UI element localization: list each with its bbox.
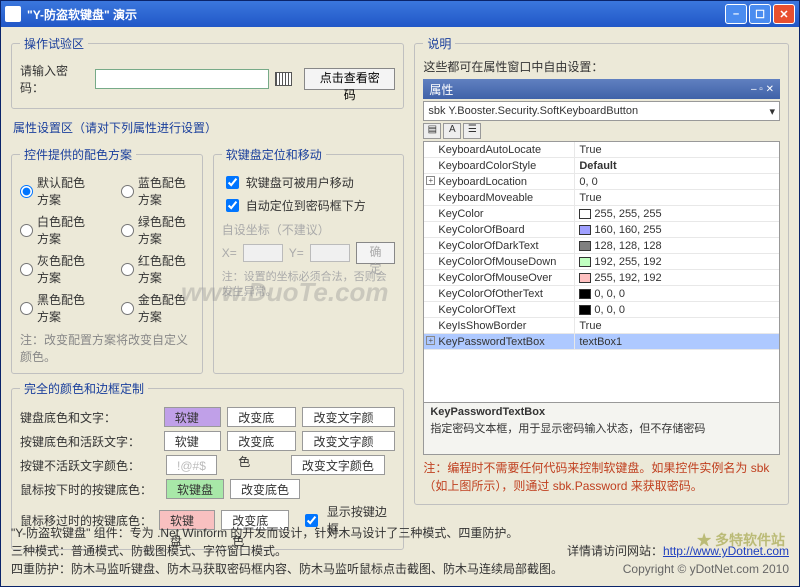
password-input[interactable] [95, 69, 268, 89]
xy-confirm-button: 确定 [356, 242, 396, 264]
footer: "Y-防盗软键盘" 组件：专为 .Net Winform 的开发而设计，针对木马… [11, 524, 789, 578]
prop-row-KeyColor[interactable]: KeyColor255, 255, 255 [424, 206, 779, 222]
site-link[interactable]: http://www.yDotnet.com [663, 544, 789, 558]
color-note: 注：改变配置方案将改变自定义颜色。 [20, 331, 194, 365]
window-title: "Y-防盗软键盘" 演示 [27, 6, 723, 23]
x-input [243, 244, 283, 262]
prop-row-KeyColorOfMouseDown[interactable]: KeyColorOfMouseDown192, 255, 192 [424, 254, 779, 270]
minimize-button[interactable]: – [725, 4, 747, 24]
test-area-legend: 操作试验区 [20, 35, 88, 52]
property-grid-header: 属性 – ▫ ✕ [423, 79, 780, 99]
keyboard-icon[interactable] [275, 72, 292, 86]
dropdown-icon: ▾ [769, 105, 775, 118]
description-legend: 说明 [423, 35, 455, 52]
y-input [310, 244, 350, 262]
desc-line: 这些都可在属性窗口中自由设置： [423, 58, 780, 75]
prop-row-KeyColorOfText[interactable]: KeyColorOfText0, 0, 0 [424, 302, 779, 318]
change-text-btn-0[interactable]: 改变文字颜色 [302, 407, 395, 427]
color-radio-3-1[interactable]: 金色配色方案 [121, 291, 194, 325]
close-button[interactable]: ✕ [773, 4, 795, 24]
color-radio-2-0[interactable]: 灰色配色方案 [20, 252, 93, 286]
change-bg-btn-0[interactable]: 改变底色 [227, 407, 296, 427]
prop-row-KeyIsShowBorder[interactable]: KeyIsShowBorderTrue [424, 318, 779, 334]
sample-mousedown[interactable]: 软键盘 [166, 479, 224, 499]
prop-row-KeyPasswordTextBox[interactable]: KeyPasswordTextBox+textBox1 [424, 334, 779, 350]
maximize-button[interactable]: ☐ [749, 4, 771, 24]
moveable-checkbox[interactable] [226, 176, 239, 189]
color-radio-0-0[interactable]: 默认配色方案 [20, 174, 93, 208]
cust-label-3: 鼠标按下时的按键底色： [20, 481, 160, 498]
prop-row-KeyboardLocation[interactable]: KeyboardLocation+0, 0 [424, 174, 779, 190]
color-radio-0-1[interactable]: 蓝色配色方案 [121, 174, 194, 208]
description-group: 说明 这些都可在属性窗口中自由设置： 属性 – ▫ ✕ sbk Y.Booste… [414, 35, 789, 505]
color-radio-2-1[interactable]: 红色配色方案 [121, 252, 194, 286]
prop-desc-title: KeyPasswordTextBox [430, 406, 773, 418]
sample-faded[interactable]: !@#$ [166, 455, 217, 475]
attr-section-label: 属性设置区（请对下列属性进行设置） [13, 119, 402, 136]
prop-row-KeyColorOfBoard[interactable]: KeyColorOfBoard160, 160, 255 [424, 222, 779, 238]
site-label: 详情请访问网站： [567, 544, 663, 558]
custom-xy-label: 自设坐标（不建议） [222, 221, 396, 238]
copyright: Copyright © yDotNet.com 2010 [623, 560, 789, 578]
footer-line-2: 三种模式：普通模式、防截图模式、字符窗口模式。 [11, 542, 287, 560]
prop-row-KeyboardMoveable[interactable]: KeyboardMoveableTrue [424, 190, 779, 206]
autolocate-label: 自动定位到密码框下方 [246, 197, 366, 214]
footer-line-3: 四重防护：防木马监听键盘、防木马获取密码框内容、防木马监听鼠标点击截图、防木马连… [11, 560, 563, 578]
test-area: 操作试验区 请输入密码： 点击查看密码 [11, 35, 404, 109]
prop-row-KeyboardAutoLocate[interactable]: KeyboardAutoLocateTrue [424, 142, 779, 158]
props-icon[interactable]: ☰ [463, 123, 481, 139]
change-bg-btn-3[interactable]: 改变底色 [230, 479, 300, 499]
code-note: 注：编程时不需要任何代码来控制软键盘。如果控件实例名为 sbk（如上图所示），则… [423, 459, 780, 495]
view-password-button[interactable]: 点击查看密码 [304, 68, 395, 90]
prop-selector[interactable]: sbk Y.Booster.Security.SoftKeyboardButto… [423, 101, 780, 121]
cust-label-2: 按键不活跃文字颜色： [20, 457, 160, 474]
change-text-btn-1[interactable]: 改变文字颜色 [302, 431, 395, 451]
prop-header-buttons[interactable]: – ▫ ✕ [751, 84, 774, 95]
prop-row-KeyColorOfDarkText[interactable]: KeyColorOfDarkText128, 128, 128 [424, 238, 779, 254]
color-scheme-legend: 控件提供的配色方案 [20, 146, 136, 163]
alphabetical-icon[interactable]: A [443, 123, 461, 139]
position-group: 软键盘定位和移动 软键盘可被用户移动 自动定位到密码框下方 自设坐标（不建议） … [213, 146, 405, 374]
sample-keyboard-purple[interactable]: 软键盘 [164, 407, 221, 427]
color-radio-1-1[interactable]: 绿色配色方案 [121, 213, 194, 247]
xy-note: 注：设置的坐标必须合法，否则会发生异常。 [222, 270, 396, 301]
prop-row-KeyboardColorStyle[interactable]: KeyboardColorStyleDefault [424, 158, 779, 174]
titlebar: "Y-防盗软键盘" 演示 – ☐ ✕ [1, 1, 799, 27]
moveable-label: 软键盘可被用户移动 [246, 174, 354, 191]
app-window: "Y-防盗软键盘" 演示 – ☐ ✕ 操作试验区 请输入密码： 点击查看密码 属… [0, 0, 800, 587]
color-radio-3-0[interactable]: 黑色配色方案 [20, 291, 93, 325]
property-description: KeyPasswordTextBox 指定密码文本框，用于显示密码输入状态，但不… [423, 403, 780, 455]
prop-row-KeyColorOfMouseOver[interactable]: KeyColorOfMouseOver255, 192, 192 [424, 270, 779, 286]
cust-label-0: 键盘底色和文字： [20, 409, 158, 426]
change-text-btn-2[interactable]: 改变文字颜色 [291, 455, 385, 475]
property-grid[interactable]: KeyboardAutoLocateTrueKeyboardColorStyle… [423, 141, 780, 403]
prop-title: 属性 [429, 81, 453, 98]
cust-label-1: 按键底色和活跃文字： [20, 433, 158, 450]
position-legend: 软键盘定位和移动 [222, 146, 326, 163]
custom-color-legend: 完全的颜色和边框定制 [20, 380, 148, 397]
categorized-icon[interactable]: ▤ [423, 123, 441, 139]
footer-line-1: "Y-防盗软键盘" 组件：专为 .Net Winform 的开发而设计，针对木马… [11, 524, 789, 542]
password-label: 请输入密码： [20, 62, 89, 96]
color-scheme-group: 控件提供的配色方案 默认配色方案蓝色配色方案白色配色方案绿色配色方案灰色配色方案… [11, 146, 203, 374]
prop-desc-body: 指定密码文本框，用于显示密码输入状态，但不存储密码 [430, 423, 705, 435]
app-icon [5, 6, 21, 22]
sample-key-plain[interactable]: 软键盘 [164, 431, 221, 451]
change-bg-btn-1[interactable]: 改变底色 [227, 431, 296, 451]
prop-row-KeyColorOfOtherText[interactable]: KeyColorOfOtherText0, 0, 0 [424, 286, 779, 302]
color-radio-1-0[interactable]: 白色配色方案 [20, 213, 93, 247]
autolocate-checkbox[interactable] [226, 199, 239, 212]
content-area: 操作试验区 请输入密码： 点击查看密码 属性设置区（请对下列属性进行设置） 控件… [1, 27, 799, 586]
